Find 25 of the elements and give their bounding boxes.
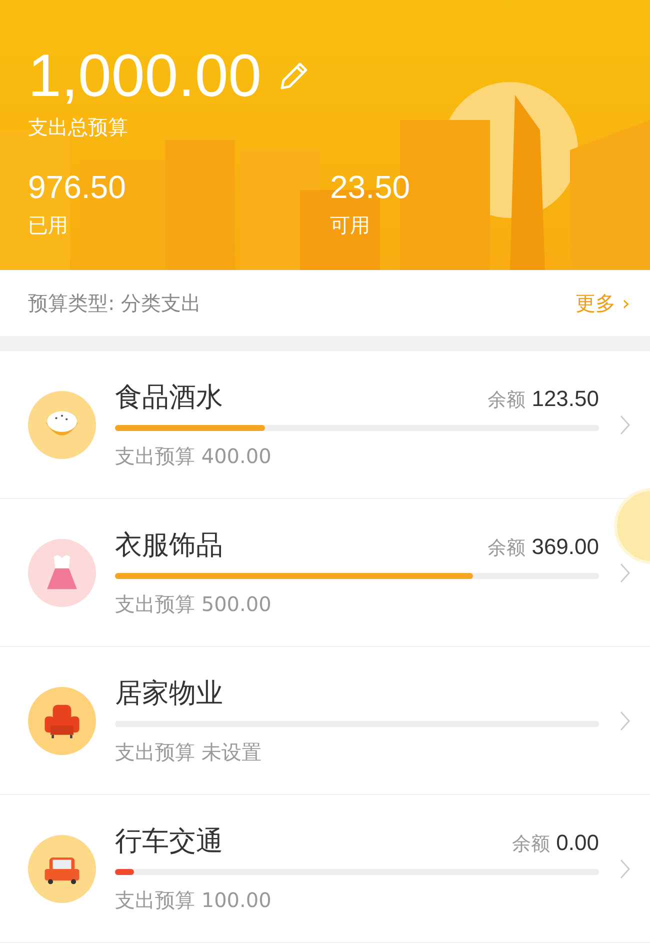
stat-label: 可用 [330,212,371,239]
budget-text: 支出预算 400.00 [115,443,272,470]
category-name: 食品酒水 [115,381,223,415]
category-name: 行车交通 [115,825,223,859]
total-budget-label: 支出总预算 [28,114,129,141]
chevron-right-icon [619,560,631,584]
category-name: 居家物业 [115,677,223,711]
chevron-right-icon [619,708,631,732]
budget-text: 支出预算 500.00 [115,591,272,618]
category-row[interactable]: 行车交通 余额 0.00 支出预算 100.00 [0,795,650,943]
budget-text: 支出预算 100.00 [115,887,272,914]
category-name: 衣服饰品 [115,529,223,563]
total-budget-amount: 1,000.00 [28,41,262,111]
chevron-right-icon [619,856,631,880]
stat-label: 已用 [28,212,69,239]
budget-type-label: 预算类型: 分类支出 [28,290,202,316]
stat-value: 23.50 [330,169,412,206]
category-row[interactable]: 居家物业 支出预算 未设置 [0,647,650,795]
chevron-right-icon [619,412,631,436]
stat-value: 976.50 [28,169,127,206]
balance-text: 余额 369.00 [488,534,599,561]
budget-text: 支出预算 未设置 [115,739,262,766]
balance-text: 余额 0.00 [512,830,599,857]
balance-text: 余额 123.50 [488,386,599,413]
category-row[interactable]: 食品酒水 余额 123.50 支出预算 400.00 [0,351,650,499]
